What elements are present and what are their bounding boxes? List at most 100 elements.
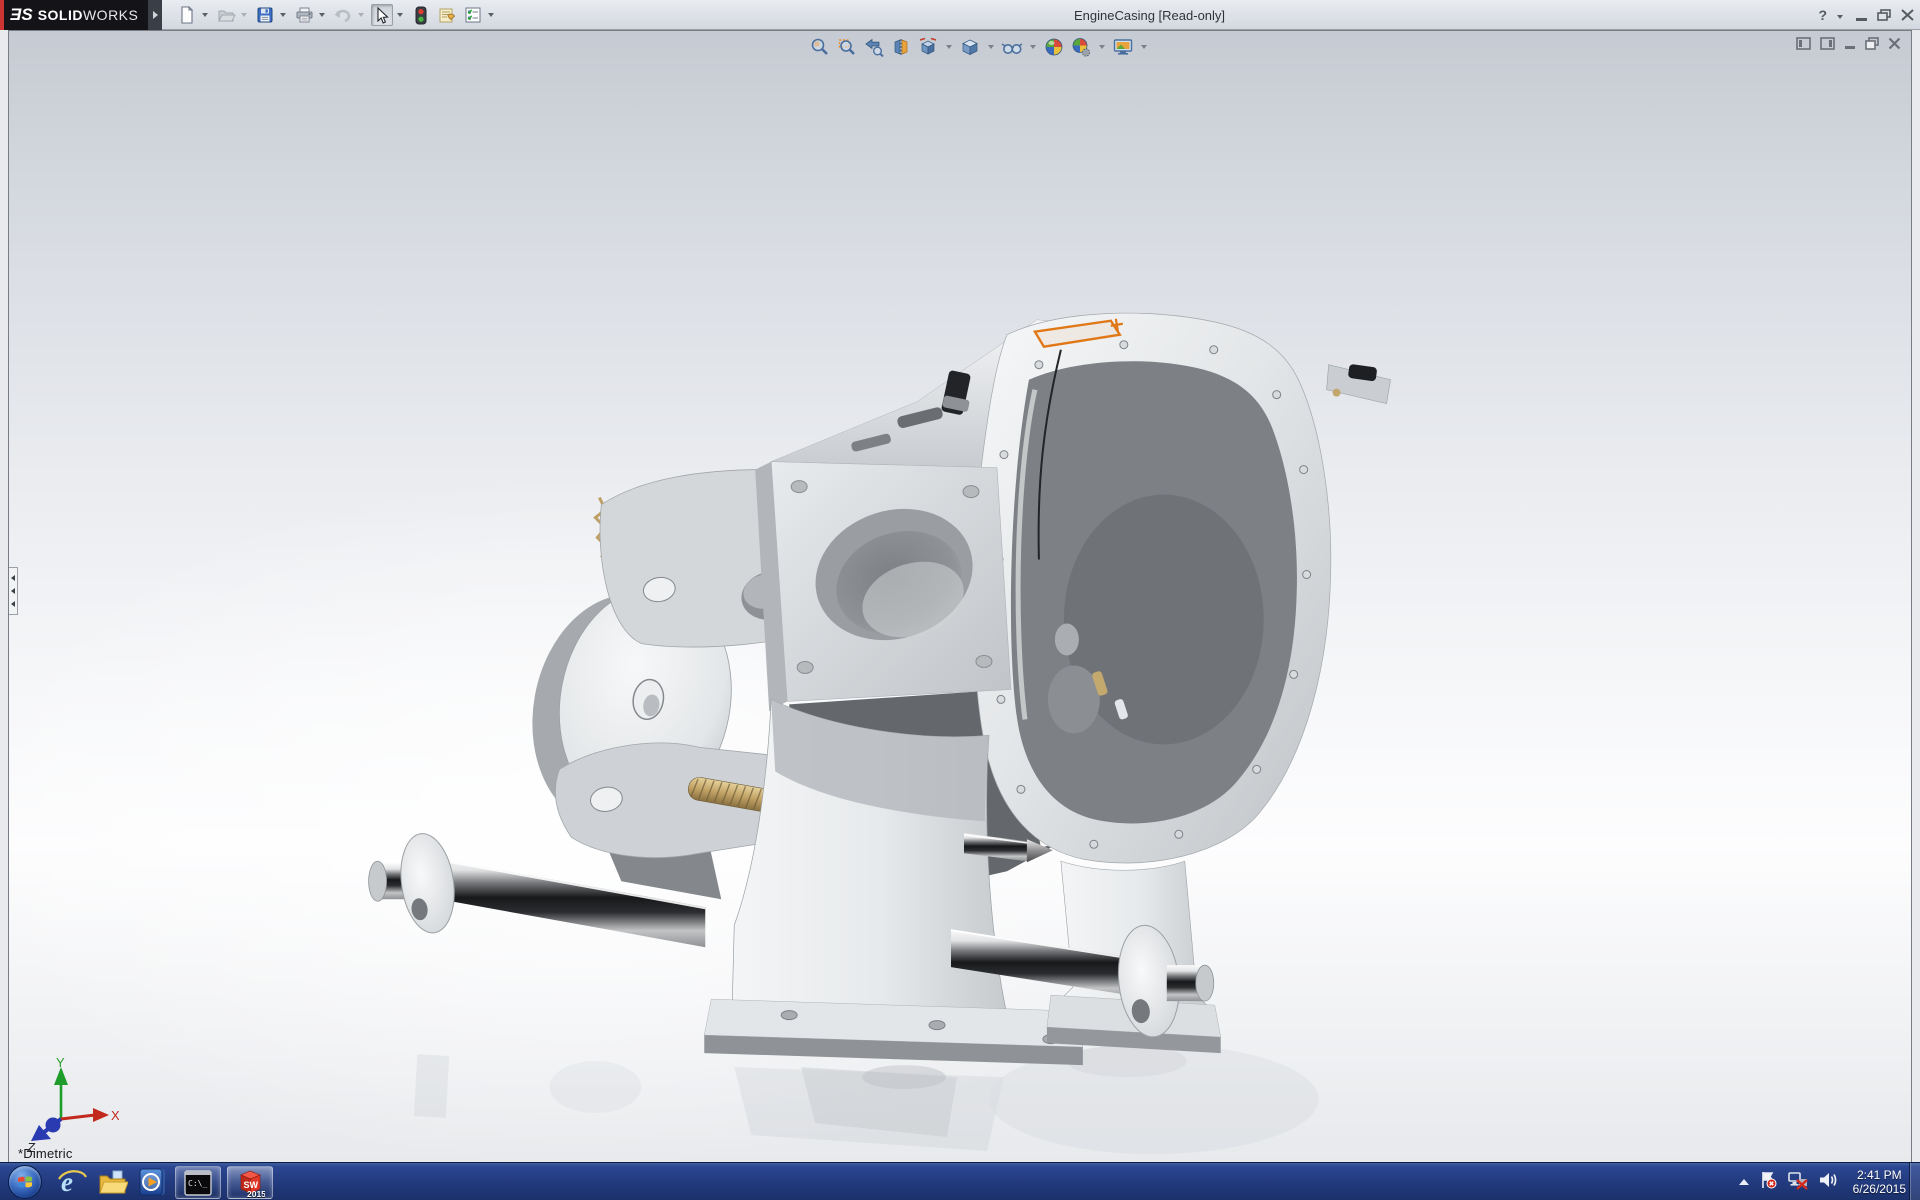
edit-appearance-button[interactable] — [1043, 36, 1065, 58]
display-style-button[interactable] — [959, 36, 981, 58]
file-properties-icon — [437, 6, 457, 24]
taskbar-clock[interactable]: 2:41 PM 6/26/2015 — [1853, 1168, 1906, 1196]
apply-scene-dropdown[interactable] — [1099, 45, 1105, 49]
top-black-pin — [941, 370, 971, 416]
select-button[interactable] — [371, 4, 393, 26]
engine-casing-model[interactable] — [9, 31, 1911, 1162]
solidworks-application-window: ƎS SOLIDWORKS — [0, 0, 1920, 1200]
show-right-pane-button[interactable] — [1820, 37, 1835, 50]
menu-expand-arrow[interactable] — [148, 0, 162, 30]
featuremanager-collapsed-tab[interactable] — [9, 567, 18, 615]
taskbar-command-prompt[interactable]: C:\_ — [175, 1166, 221, 1199]
open-folder-icon — [217, 6, 236, 24]
hide-show-items-dropdown[interactable] — [1030, 45, 1036, 49]
open-button[interactable] — [215, 4, 237, 26]
action-center-icon[interactable] — [1758, 1170, 1778, 1195]
triad-y-axis: Y — [54, 1057, 68, 1119]
taskbar-items: e — [0, 1163, 276, 1200]
view-settings-icon — [1112, 37, 1134, 57]
cylinder-mount-face[interactable] — [755, 462, 1011, 712]
apply-scene-icon — [1071, 37, 1091, 57]
triad-x-label: X — [111, 1108, 119, 1123]
taskbar-windows-explorer[interactable] — [92, 1163, 132, 1200]
volume-icon[interactable] — [1818, 1170, 1840, 1195]
select-dropdown[interactable] — [397, 13, 403, 17]
solidworks-logo: ƎS SOLIDWORKS — [0, 0, 148, 30]
arrow-left-icon — [11, 575, 15, 581]
command-prompt-icon: C:\_ — [184, 1170, 212, 1196]
clock-time: 2:41 PM — [1853, 1168, 1906, 1182]
save-button[interactable] — [254, 4, 276, 26]
network-disconnected-icon[interactable] — [1787, 1170, 1809, 1195]
printer-icon — [295, 6, 314, 24]
view-orientation-button[interactable] — [917, 36, 939, 58]
command-prompt-label: C:\_ — [188, 1179, 207, 1188]
system-tray: 2:41 PM 6/26/2015 — [1739, 1163, 1906, 1200]
taskbar-media-player[interactable] — [132, 1163, 172, 1200]
solidworks-year: 2015 — [247, 1189, 265, 1198]
eyeglasses-icon — [1001, 37, 1023, 57]
close-button[interactable] — [1901, 9, 1914, 21]
file-properties-button[interactable] — [436, 4, 458, 26]
appearance-sphere-icon — [1044, 37, 1064, 57]
display-style-dropdown[interactable] — [988, 45, 994, 49]
folder-icon — [97, 1168, 128, 1196]
show-hidden-icons-button[interactable] — [1739, 1179, 1749, 1185]
document-window-controls — [1796, 37, 1901, 50]
options-dropdown[interactable] — [488, 13, 494, 17]
open-dropdown[interactable] — [241, 13, 247, 17]
windows-taskbar: e — [0, 1162, 1920, 1200]
save-floppy-icon — [256, 6, 274, 24]
rebuild-traffic-light-icon — [415, 6, 427, 25]
undo-button[interactable] — [332, 4, 354, 26]
windows-flag-icon — [15, 1172, 35, 1192]
taskbar-solidworks[interactable]: SW 2015 — [227, 1166, 273, 1199]
print-dropdown[interactable] — [319, 13, 325, 17]
doc-restore-button[interactable] — [1865, 37, 1879, 50]
new-dropdown[interactable] — [202, 13, 208, 17]
arrow-left-icon — [11, 601, 15, 607]
triad-x-axis: X — [61, 1108, 119, 1123]
print-button[interactable] — [293, 4, 315, 26]
clock-date: 6/26/2015 — [1853, 1182, 1906, 1196]
minimize-button[interactable] — [1856, 10, 1867, 21]
doc-minimize-button[interactable] — [1844, 37, 1856, 50]
options-button[interactable] — [462, 4, 484, 26]
display-style-icon — [960, 37, 980, 57]
zoom-to-area-button[interactable] — [836, 36, 858, 58]
view-settings-button[interactable] — [1112, 36, 1134, 58]
view-orientation-icon — [918, 37, 938, 57]
previous-view-button[interactable] — [863, 36, 885, 58]
hide-show-items-button[interactable] — [1001, 36, 1023, 58]
clutch-housing[interactable] — [973, 313, 1390, 863]
internet-explorer-icon: e — [57, 1167, 87, 1197]
heads-up-view-toolbar — [809, 36, 1149, 58]
show-left-pane-button[interactable] — [1796, 37, 1811, 50]
start-button[interactable] — [8, 1165, 42, 1199]
show-desktop-button[interactable] — [1909, 1163, 1920, 1200]
doc-close-button[interactable] — [1888, 37, 1901, 50]
help-dropdown[interactable] — [1837, 15, 1843, 19]
zoom-to-fit-icon — [810, 37, 830, 57]
previous-view-icon — [864, 37, 884, 57]
view-settings-dropdown[interactable] — [1141, 45, 1147, 49]
media-player-icon — [138, 1168, 166, 1196]
reference-triad: Y X Z — [19, 1057, 119, 1153]
section-view-icon — [891, 37, 911, 57]
save-dropdown[interactable] — [280, 13, 286, 17]
rebuild-button[interactable] — [410, 4, 432, 26]
undo-dropdown[interactable] — [358, 13, 364, 17]
zoom-to-fit-button[interactable] — [809, 36, 831, 58]
brand-text: SOLIDWORKS — [38, 7, 139, 23]
taskbar-internet-explorer[interactable]: e — [52, 1163, 92, 1200]
graphics-viewport[interactable]: Y X Z *Dimetric — [8, 30, 1912, 1162]
view-orientation-dropdown[interactable] — [946, 45, 952, 49]
view-orientation-label: *Dimetric — [18, 1146, 73, 1161]
restore-button[interactable] — [1877, 9, 1891, 21]
solidworks-2015-icon: SW 2015 — [235, 1168, 265, 1198]
new-document-button[interactable] — [176, 4, 198, 26]
help-button[interactable]: ? — [1818, 7, 1827, 23]
triad-y-label: Y — [56, 1057, 65, 1070]
apply-scene-button[interactable] — [1070, 36, 1092, 58]
section-view-button[interactable] — [890, 36, 912, 58]
